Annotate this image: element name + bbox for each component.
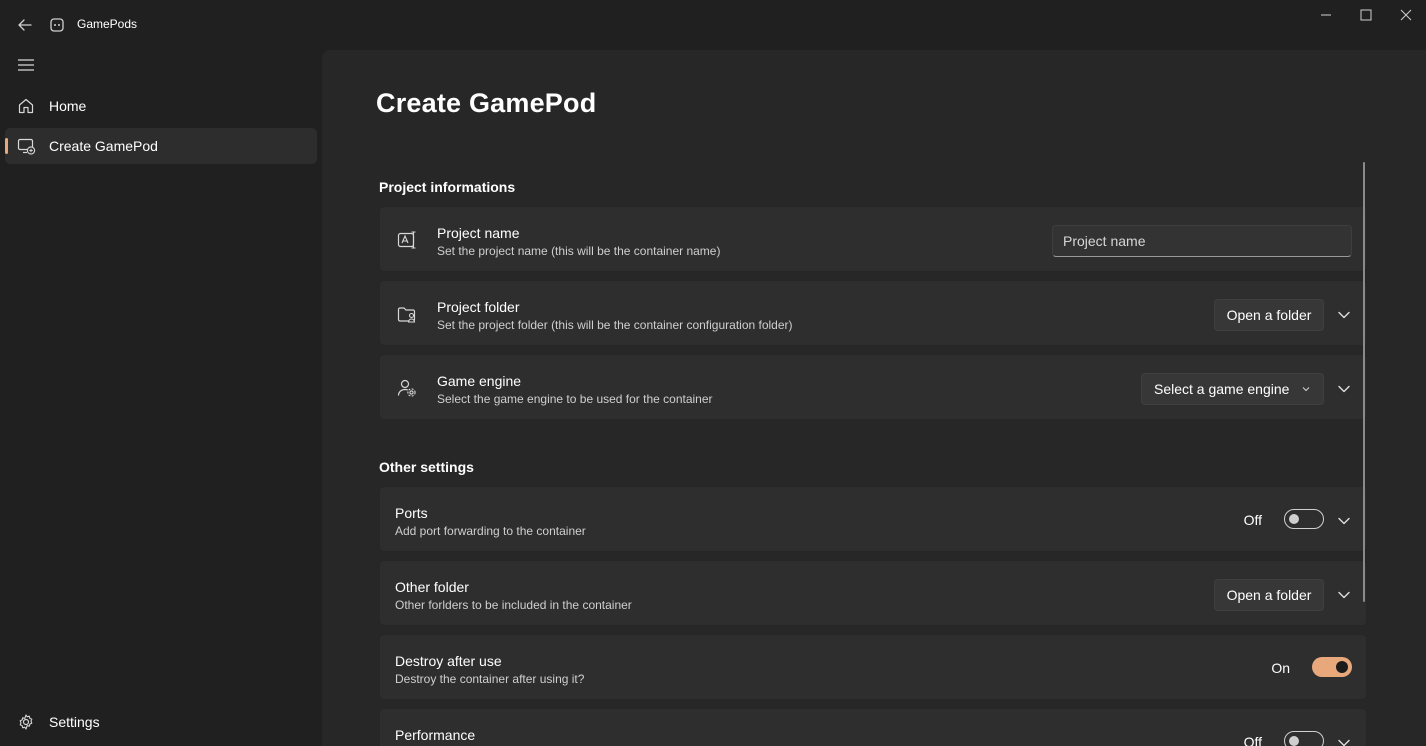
sidebar-item-label: Create GamePod <box>49 138 158 154</box>
page-title: Create GamePod <box>376 88 597 118</box>
card-title: Destroy after use <box>395 653 502 669</box>
gear-icon <box>16 712 36 732</box>
dropdown-value: Select a game engine <box>1154 381 1290 397</box>
card-description: Destroy the container after using it? <box>395 672 585 686</box>
destroy-toggle[interactable] <box>1312 657 1352 677</box>
toggle-knob <box>1336 661 1348 673</box>
close-icon[interactable] <box>1388 4 1424 26</box>
back-arrow-icon[interactable] <box>14 14 36 36</box>
card-title: Project folder <box>437 299 520 315</box>
card-title: Project name <box>437 225 520 241</box>
card-description: Select the game engine to be used for th… <box>437 392 713 406</box>
performance-toggle[interactable] <box>1284 731 1324 746</box>
project-folder-card: Project folder Set the project folder (t… <box>379 280 1367 346</box>
chevron-down-icon <box>1301 384 1311 394</box>
section-title-project: Project informations <box>379 179 516 195</box>
maximize-icon[interactable] <box>1348 4 1384 26</box>
card-description: Add port forwarding to the container <box>395 524 586 538</box>
card-description: Other forlders to be included in the con… <box>395 598 632 612</box>
toggle-state-label: Off <box>1243 512 1262 528</box>
sidebar-item-home[interactable]: Home <box>5 88 317 124</box>
sidebar-item-create-gamepod[interactable]: Create GamePod <box>5 128 317 164</box>
create-gamepod-icon <box>16 136 36 156</box>
game-engine-dropdown[interactable]: Select a game engine <box>1141 373 1324 405</box>
minimize-icon[interactable] <box>1308 4 1344 26</box>
performance-card: Performance Off <box>379 708 1367 746</box>
card-title: Other folder <box>395 579 469 595</box>
vertical-scrollbar[interactable] <box>1363 162 1365 602</box>
project-name-card: Project name Set the project name (this … <box>379 206 1367 272</box>
sidebar-item-label: Home <box>49 98 87 114</box>
sidebar-item-label: Settings <box>49 714 100 730</box>
toggle-state-label: On <box>1271 660 1290 676</box>
hamburger-icon[interactable] <box>14 54 38 76</box>
rename-icon <box>396 229 418 251</box>
ports-toggle[interactable] <box>1284 509 1324 529</box>
toggle-knob <box>1289 514 1299 524</box>
chevron-down-icon[interactable] <box>1334 511 1354 531</box>
main-content: Create GamePod Project informations Proj… <box>322 50 1426 746</box>
chevron-down-icon[interactable] <box>1334 379 1354 399</box>
toggle-knob <box>1289 736 1299 746</box>
folder-person-icon <box>396 303 418 325</box>
chevron-down-icon[interactable] <box>1334 305 1354 325</box>
home-icon <box>16 96 36 116</box>
ports-card: Ports Add port forwarding to the contain… <box>379 486 1367 552</box>
person-gear-icon <box>396 377 418 399</box>
open-folder-button[interactable]: Open a folder <box>1214 299 1324 331</box>
chevron-down-icon[interactable] <box>1334 585 1354 605</box>
app-icon <box>48 16 66 34</box>
card-title: Ports <box>395 505 428 521</box>
selection-indicator <box>5 138 8 154</box>
open-folder-button[interactable]: Open a folder <box>1214 579 1324 611</box>
card-description: Set the project name (this will be the c… <box>437 244 721 258</box>
project-name-input[interactable] <box>1052 225 1352 257</box>
title-bar: GamePods <box>0 0 1426 48</box>
card-title: Performance <box>395 727 476 743</box>
card-title: Game engine <box>437 373 522 389</box>
other-folder-card: Other folder Other forlders to be includ… <box>379 560 1367 626</box>
card-description: Set the project folder (this will be the… <box>437 318 793 332</box>
sidebar-item-settings[interactable]: Settings <box>5 704 317 740</box>
app-title: GamePods <box>77 17 138 31</box>
chevron-down-icon[interactable] <box>1334 733 1354 746</box>
game-engine-card: Game engine Select the game engine to be… <box>379 354 1367 420</box>
toggle-state-label: Off <box>1243 734 1262 746</box>
section-title-other: Other settings <box>379 459 474 475</box>
destroy-after-use-card: Destroy after use Destroy the container … <box>379 634 1367 700</box>
